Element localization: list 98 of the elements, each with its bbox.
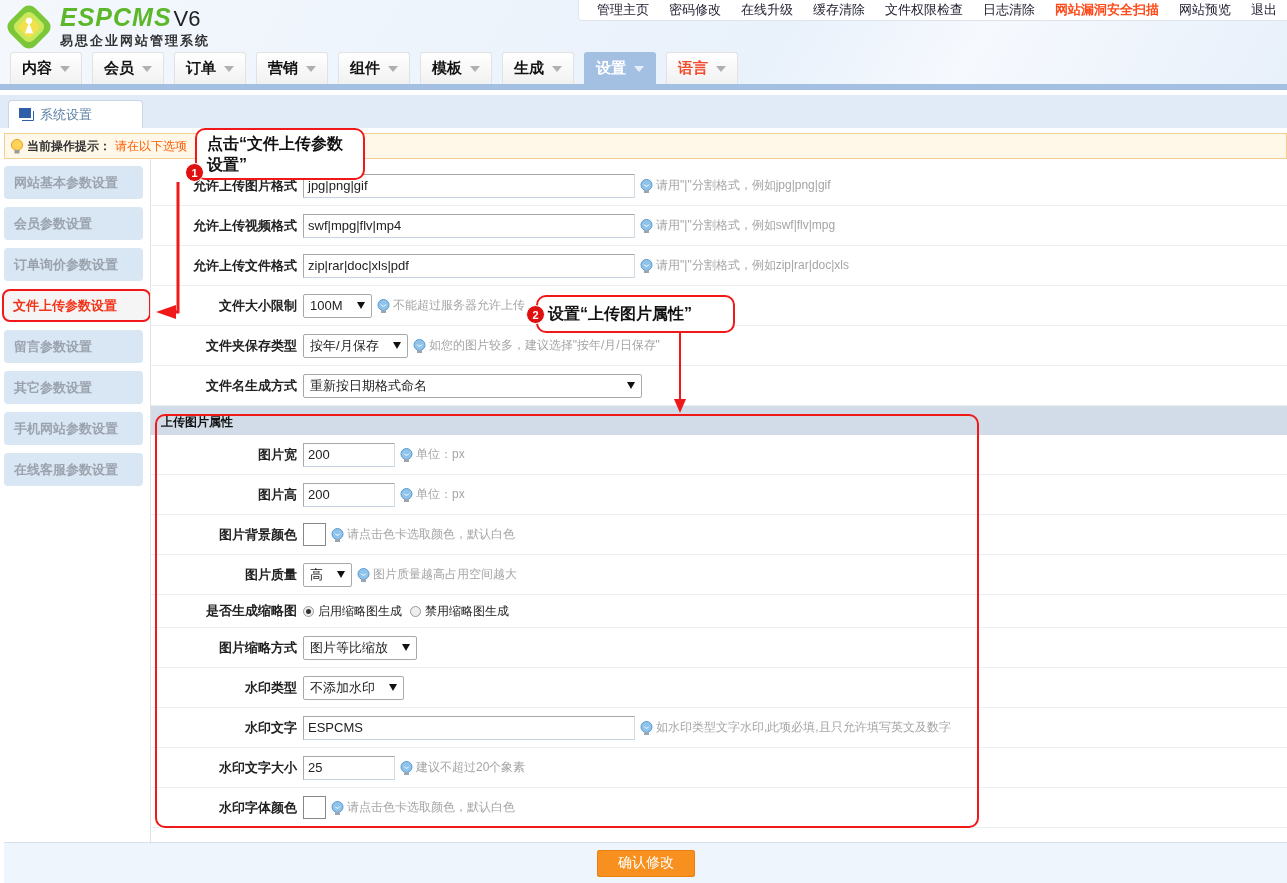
dropdown[interactable]: 图片等比缩放 — [303, 635, 417, 660]
top-link[interactable]: 文件权限检查 — [875, 0, 973, 20]
color-swatch[interactable] — [303, 523, 326, 546]
menu-tab[interactable]: 订单 — [174, 52, 246, 84]
bulb-icon — [640, 178, 653, 193]
bulb-icon — [11, 138, 23, 154]
top-link[interactable]: 缓存清除 — [803, 0, 875, 20]
menu-tab[interactable]: 生成 — [502, 52, 574, 84]
hint-text: 图片质量越高占用空间越大 — [373, 566, 517, 583]
menu-tab[interactable]: 内容 — [10, 52, 82, 84]
bulb-icon — [400, 447, 413, 462]
caret-icon — [142, 65, 152, 72]
top-link[interactable]: 密码修改 — [659, 0, 731, 20]
dropdown[interactable]: 高 — [303, 562, 352, 587]
field-label: 允许上传文件格式 — [192, 256, 298, 275]
hint-text: 请点击色卡选取颜色，默认白色 — [347, 526, 515, 543]
input-field[interactable]: swf|mpg|flv|mp4 — [303, 213, 635, 238]
caret-icon — [356, 302, 365, 309]
field-label: 水印文字大小 — [218, 758, 298, 777]
top-link[interactable]: 管理主页 — [587, 0, 659, 20]
tip-title: 当前操作提示： — [27, 137, 111, 155]
caret-icon — [60, 65, 70, 72]
input-field[interactable]: 25 — [303, 755, 395, 780]
bulb-icon — [412, 338, 426, 353]
caret-icon — [388, 65, 398, 72]
radio-button[interactable] — [410, 605, 421, 617]
caret-icon — [392, 342, 401, 349]
field-label: 图片背景颜色 — [218, 525, 298, 544]
dropdown[interactable]: 不添加水印 — [303, 675, 404, 700]
hint-text: 如您的图片较多，建议选择"按年/月/日保存" — [428, 337, 660, 354]
field-label: 允许上传视频格式 — [192, 216, 298, 235]
menu-tab[interactable]: 组件 — [338, 52, 410, 84]
caret-icon — [470, 65, 480, 72]
bulb-icon — [331, 800, 344, 815]
input-field[interactable]: jpg|png|gif — [303, 173, 635, 198]
field-label: 文件夹保存类型 — [205, 336, 298, 355]
menu-tab[interactable]: 模板 — [420, 52, 492, 84]
field-label: 是否生成缩略图 — [205, 602, 298, 620]
sidebar-item[interactable]: 文件上传参数设置 — [2, 289, 151, 322]
hint-text: 建议不超过20个象素 — [416, 759, 526, 776]
logo-subtitle: 易思企业网站管理系统 — [60, 32, 210, 50]
caret-icon — [306, 65, 316, 72]
tip-text: 请在以下选项 — [115, 137, 187, 155]
radio-label: 启用缩略图生成 — [318, 602, 402, 620]
top-link[interactable]: 在线升级 — [731, 0, 803, 20]
caret-icon — [552, 65, 562, 72]
hint-text: 请点击色卡选取颜色，默认白色 — [347, 799, 515, 816]
field-label: 水印文字 — [244, 718, 298, 737]
bulb-icon — [376, 298, 390, 313]
field-label: 图片高 — [257, 485, 298, 504]
menu-tab[interactable]: 会员 — [92, 52, 164, 84]
caret-icon — [627, 382, 635, 389]
dropdown[interactable]: 重新按日期格式命名 — [303, 373, 642, 398]
bulb-icon — [640, 720, 653, 735]
input-field[interactable]: ESPCMS — [303, 715, 635, 740]
menu-tab[interactable]: 营销 — [256, 52, 328, 84]
hint-text: 请用"|"分割格式，例如jpg|png|gif — [656, 177, 831, 194]
hint-text: 单位：px — [416, 486, 465, 503]
field-label: 文件大小限制 — [218, 296, 298, 315]
hint-text: 请用"|"分割格式，例如swf|flv|mpg — [656, 217, 836, 234]
bulb-icon — [640, 218, 653, 233]
dropdown[interactable]: 100M — [303, 293, 372, 318]
field-label: 图片质量 — [244, 565, 298, 584]
hint-text: 不能超过服务器允许上传 — [392, 297, 525, 314]
bulb-icon — [357, 567, 370, 582]
version-label: V6 — [173, 6, 201, 32]
hint-text: 如水印类型文字水印,此项必填,且只允许填写英文及数字 — [656, 719, 951, 736]
field-label: 水印字体颜色 — [218, 798, 298, 817]
top-link[interactable]: 网站预览 — [1169, 0, 1241, 20]
caret-icon — [716, 65, 726, 72]
logo-wordmark: ESPCMS — [60, 4, 172, 30]
field-label: 文件名生成方式 — [205, 376, 298, 395]
top-link[interactable]: 退出 — [1241, 0, 1287, 20]
caret-icon — [224, 65, 234, 72]
field-label: 图片宽 — [257, 445, 298, 464]
radio-label: 禁用缩略图生成 — [425, 602, 509, 620]
field-label: 水印类型 — [244, 678, 298, 697]
caret-icon — [634, 65, 644, 72]
input-field[interactable]: 200 — [303, 482, 395, 507]
bulb-icon — [400, 487, 413, 502]
caret-icon — [402, 644, 410, 651]
window-icon — [19, 108, 34, 121]
input-field[interactable]: zip|rar|doc|xls|pdf — [303, 253, 635, 278]
field-label: 图片缩略方式 — [218, 638, 298, 657]
page-tab[interactable]: 系统设置 — [8, 100, 143, 128]
top-link[interactable]: 日志清除 — [973, 0, 1045, 20]
hint-text: 单位：px — [416, 446, 465, 463]
radio-button[interactable] — [303, 605, 314, 617]
caret-icon — [337, 571, 345, 578]
section-header: 上传图片属性 — [151, 406, 1287, 435]
color-swatch[interactable] — [303, 796, 326, 819]
bulb-icon — [331, 527, 344, 542]
bulb-icon — [640, 258, 653, 273]
caret-icon — [389, 684, 397, 691]
bulb-icon — [400, 760, 413, 775]
input-field[interactable]: 200 — [303, 442, 395, 467]
hint-text: 请用"|"分割格式，例如zip|rar|doc|xls — [656, 257, 849, 274]
dropdown[interactable]: 按年/月保存 — [303, 333, 408, 358]
